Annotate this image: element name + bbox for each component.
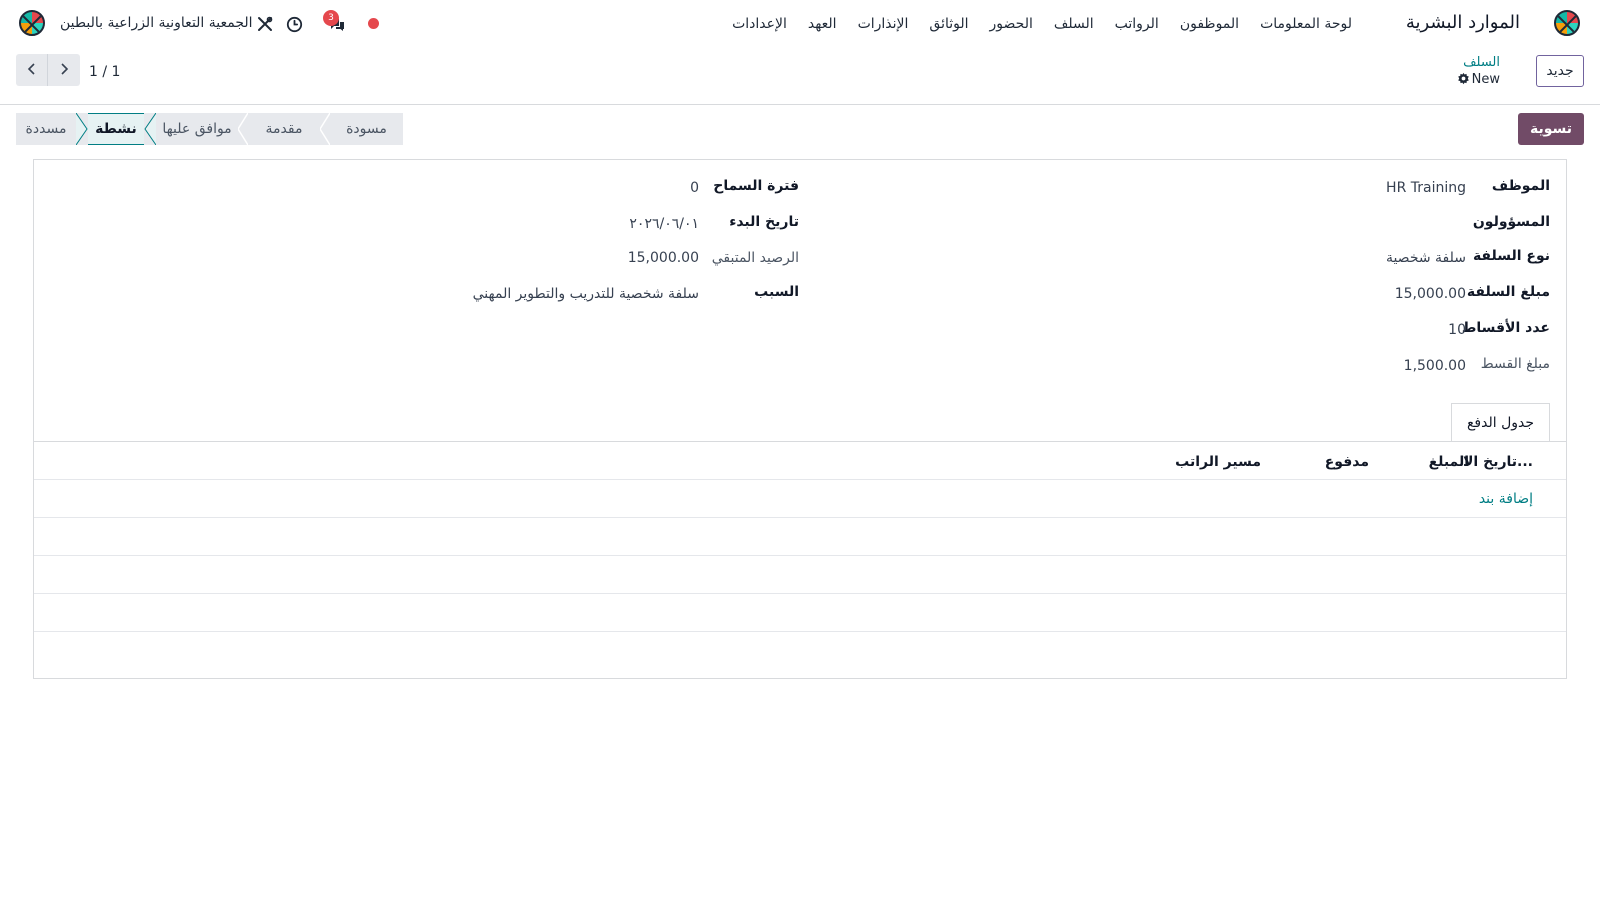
stage-separator-icon: [320, 113, 330, 145]
column-header-amount[interactable]: المبلغ: [1429, 454, 1469, 470]
grace-period-label: فترة السماح: [713, 178, 799, 194]
menu-item-settings[interactable]: الإعدادات: [732, 16, 787, 32]
menu-item-employees[interactable]: الموظفون: [1180, 16, 1239, 32]
chevron-right-icon: [59, 62, 69, 78]
menu-item-custody[interactable]: العهد: [808, 16, 837, 32]
breadcrumb-parent[interactable]: السلف: [1463, 55, 1500, 70]
loan-amount-field[interactable]: 15,000.00: [1395, 286, 1466, 302]
pager-next-button[interactable]: [48, 54, 80, 86]
employee-field[interactable]: HR Training: [1386, 180, 1466, 196]
table-row: [34, 556, 1566, 594]
installments-field[interactable]: 10: [1448, 322, 1466, 338]
reason-label: السبب: [754, 284, 799, 300]
remaining-balance-field: 15,000.00: [627, 250, 699, 266]
settle-button[interactable]: تسوية: [1517, 113, 1584, 145]
table-row: [34, 518, 1566, 556]
remaining-balance-label: الرصيد المتبقي: [711, 250, 799, 266]
menu-item-payroll[interactable]: الرواتب: [1115, 16, 1159, 32]
grace-period-field[interactable]: 0: [690, 180, 699, 196]
column-header-payslip[interactable]: مسير الراتب: [1175, 454, 1261, 470]
stage-paid[interactable]: مسددة: [16, 113, 76, 145]
pager-value[interactable]: 1 / 1: [89, 64, 120, 80]
main-menu: لوحة المعلومات الموظفون الرواتب السلف ال…: [732, 16, 1352, 32]
start-date-field[interactable]: ٢٠٢٦/٠٦/٠١: [629, 216, 699, 232]
menu-item-documents[interactable]: الوثائق: [929, 16, 968, 32]
stage-submitted[interactable]: مقدمة: [248, 113, 320, 145]
managers-label: المسؤولون: [1472, 214, 1550, 230]
recording-dot-icon[interactable]: [368, 18, 379, 29]
installments-label: عدد الأقساط: [1461, 320, 1550, 336]
stage-arrow-icon: [144, 113, 156, 145]
company-switcher[interactable]: الجمعية التعاونية الزراعية بالبطين: [60, 15, 253, 31]
start-date-label: تاريخ البدء: [729, 214, 799, 230]
installment-amount-field: 1,500.00: [1403, 358, 1466, 374]
table-row: [34, 594, 1566, 632]
menu-item-warnings[interactable]: الإنذارات: [858, 16, 909, 32]
chevron-left-icon: [27, 62, 37, 78]
employee-label: الموظف: [1491, 178, 1550, 194]
app-name[interactable]: الموارد البشرية: [1406, 12, 1520, 33]
stage-separator-icon: [238, 113, 248, 145]
stage-approved[interactable]: موافق عليها: [156, 113, 238, 145]
tools-icon[interactable]: [255, 14, 275, 34]
stage-active[interactable]: نشطة: [88, 113, 144, 145]
loan-amount-label: مبلغ السلفة: [1466, 284, 1550, 300]
table-header-row: تاريخ الا... المبلغ مدفوع مسير الراتب: [34, 442, 1566, 480]
reason-field[interactable]: سلفة شخصية للتدريب والتطوير المهني: [473, 286, 699, 302]
app-logo-icon[interactable]: [1554, 10, 1580, 36]
tab-payment-schedule[interactable]: جدول الدفع: [1451, 403, 1550, 442]
menu-item-loans[interactable]: السلف: [1054, 16, 1094, 32]
table-row: إضافة بند: [34, 480, 1566, 518]
control-panel: جديد السلف New 1 / 1: [0, 48, 1600, 105]
column-header-paid[interactable]: مدفوع: [1325, 454, 1369, 470]
installment-amount-label: مبلغ القسط: [1480, 356, 1550, 372]
breadcrumb-current: New: [1471, 72, 1500, 87]
stage-draft[interactable]: مسودة: [330, 113, 403, 145]
column-header-date[interactable]: تاريخ الا...: [1463, 454, 1533, 470]
loan-type-label: نوع السلفة: [1472, 248, 1550, 264]
pager-previous-button[interactable]: [16, 54, 48, 86]
form-sheet: الموظف HR Training المسؤولون نوع السلفة …: [33, 159, 1567, 679]
menu-item-attendance[interactable]: الحضور: [990, 16, 1033, 32]
company-logo-icon[interactable]: [19, 10, 45, 36]
stage-bar: مسودة مقدمة موافق عليها نشطة مسددة: [16, 113, 403, 145]
new-button[interactable]: جديد: [1536, 55, 1584, 87]
chat-badge: 3: [323, 10, 339, 26]
managers-field[interactable]: [1266, 216, 1466, 234]
loan-type-field[interactable]: سلفة شخصية: [1386, 250, 1466, 266]
menu-item-dashboard[interactable]: لوحة المعلومات: [1260, 16, 1352, 32]
add-line-link[interactable]: إضافة بند: [1479, 491, 1533, 507]
form-statusbar: تسوية مسودة مقدمة موافق عليها نشطة مسددة: [0, 105, 1600, 155]
gear-icon[interactable]: [1457, 72, 1470, 89]
stage-arrow-icon: [76, 113, 88, 145]
clock-icon[interactable]: [284, 14, 304, 34]
top-navbar: الموارد البشرية لوحة المعلومات الموظفون …: [0, 0, 1600, 48]
